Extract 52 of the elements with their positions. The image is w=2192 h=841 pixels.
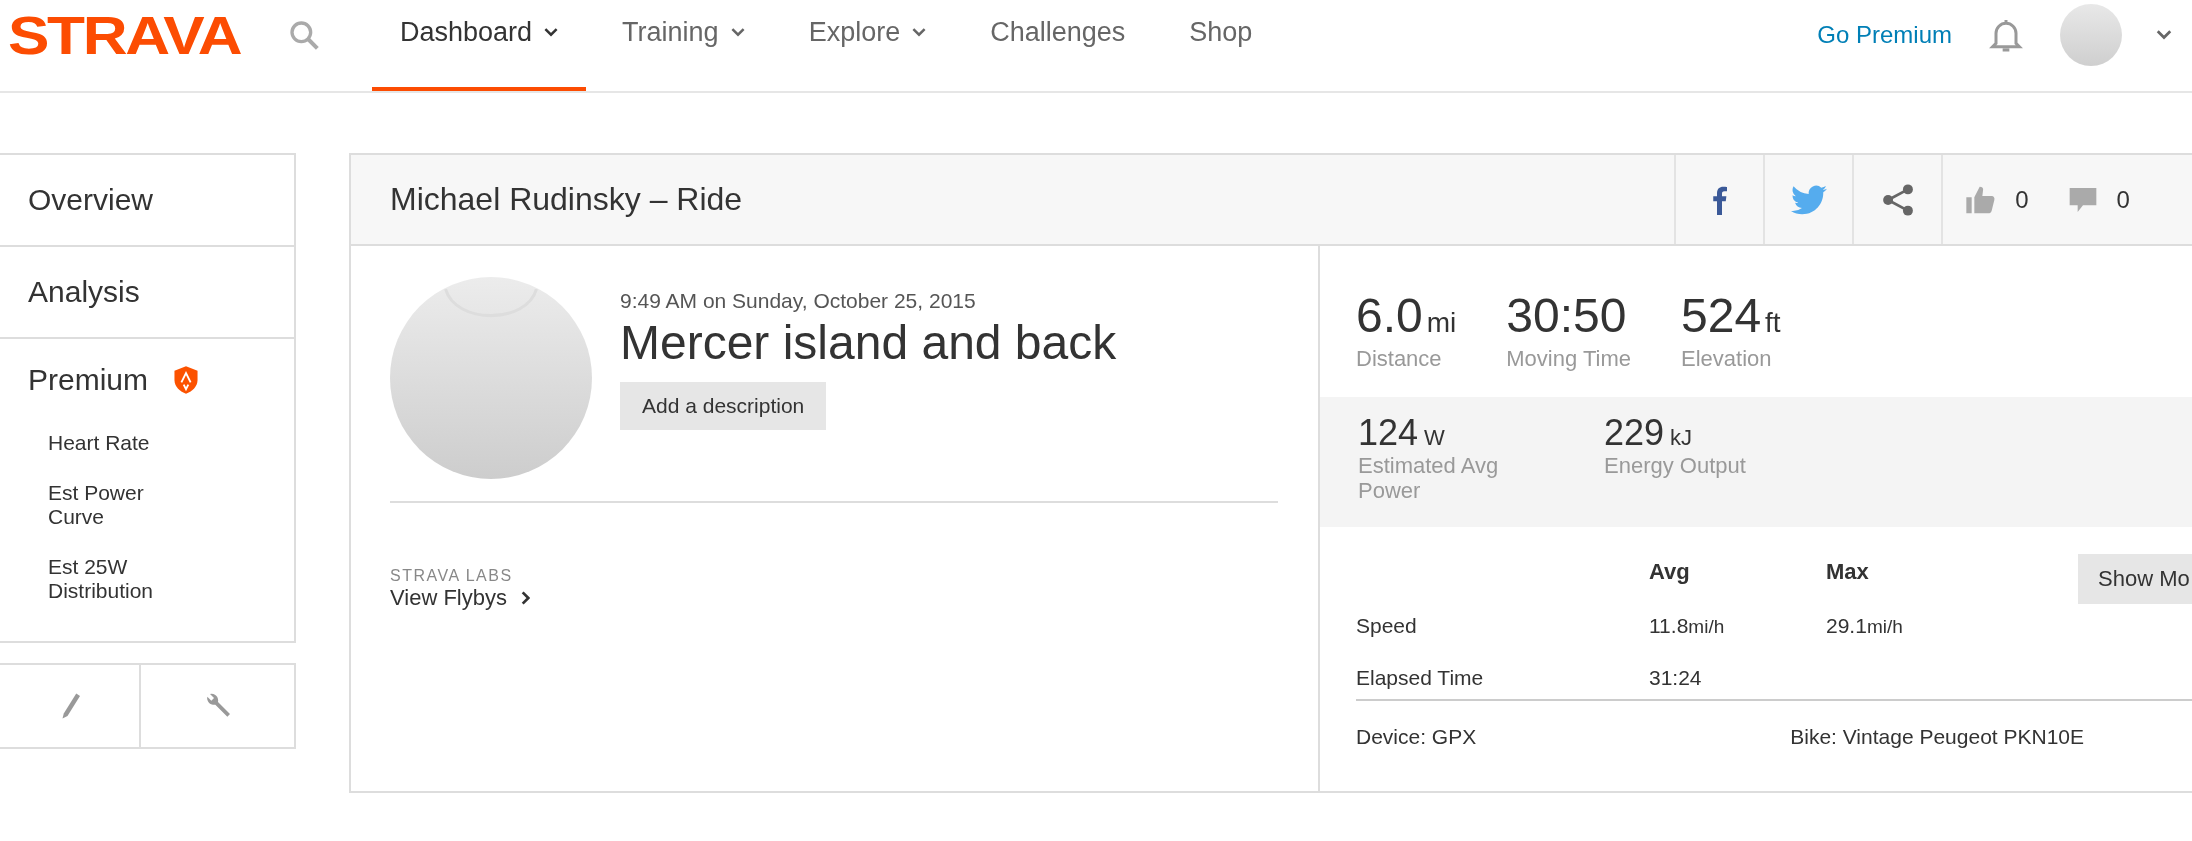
share-icon [1880, 182, 1915, 217]
avatar-icon[interactable] [2060, 3, 2122, 66]
stat-label: Distance [1356, 346, 1443, 372]
bike-text: Bike: Vintage Peugeot PKN10E [1790, 725, 2085, 749]
chevron-icon [730, 28, 745, 37]
chevron-right-icon [520, 591, 530, 605]
activity-title: Michael Rudinsky – Ride [390, 181, 743, 218]
stat-label: Estimated Avg Power [1358, 453, 1500, 504]
nav-tab[interactable]: Training [594, 0, 773, 91]
sidebar-subitem[interactable]: Heart Rate [0, 419, 246, 469]
table-cell-text: 31:24 [1649, 666, 1703, 692]
show-more-button[interactable]: Show Mo [2078, 554, 2192, 604]
row-label: Speed [1356, 613, 1418, 639]
stat-value: 524ft [1681, 292, 1781, 340]
premium-heading: Premium [28, 363, 148, 397]
bird-icon [1790, 184, 1827, 215]
sidebar-subitem[interactable]: Est 25W Distribution [0, 543, 246, 617]
go-premium-link[interactable]: Go Premium [1817, 20, 1952, 49]
sidebar-item[interactable]: Overview [0, 155, 294, 247]
chevron-icon [544, 28, 559, 37]
row-label: Elapsed Time [1356, 666, 1485, 692]
activity-date: 9:49 AM on Sunday, October 25, 2015 [620, 289, 977, 313]
column-header: Avg [1649, 559, 1691, 586]
nav-tab[interactable]: Shop [1161, 0, 1281, 91]
shield-icon [172, 365, 200, 395]
sidebar-subitem[interactable]: Est Power Curve [0, 469, 246, 543]
stat-label: Moving Time [1506, 346, 1631, 372]
stat-label: Energy Output [1604, 453, 1747, 479]
labs-heading: STRAVA LABS [390, 567, 514, 585]
stat-label: Elevation [1681, 346, 1773, 372]
table-cell-text: 11.8mi/h [1649, 613, 1726, 639]
chevron-icon [912, 28, 927, 37]
facebook-icon [1712, 184, 1728, 215]
column-header: Max [1826, 559, 1870, 586]
search-icon[interactable] [288, 18, 320, 51]
stat-value: 124 W [1358, 415, 1446, 451]
athlete-avatar-icon [390, 277, 592, 479]
device-text: Device: GPX [1356, 725, 1477, 749]
nav-tab[interactable]: Explore [780, 0, 955, 91]
view-flybys-link[interactable]: View Flybys [390, 585, 530, 611]
stat-value: 30:50 [1506, 292, 1628, 340]
stat-value: 6.0 mi [1356, 292, 1457, 340]
stat-value: 229 kJ [1604, 415, 1694, 451]
kudos-button[interactable]: 0 [1965, 155, 2029, 244]
table-cell-text: 29.1mi/h [1826, 613, 1904, 639]
add-description-button[interactable]: Add a description [620, 382, 827, 430]
activity-name: Mercer island and back [620, 315, 1117, 370]
comment-button[interactable]: 0 [2066, 155, 2130, 244]
nav-tab[interactable]: Challenges [962, 0, 1154, 91]
sidebar-item[interactable]: Analysis [0, 247, 294, 339]
nav-tab[interactable]: Dashboard [372, 0, 587, 91]
chevron-icon[interactable] [2156, 29, 2172, 40]
